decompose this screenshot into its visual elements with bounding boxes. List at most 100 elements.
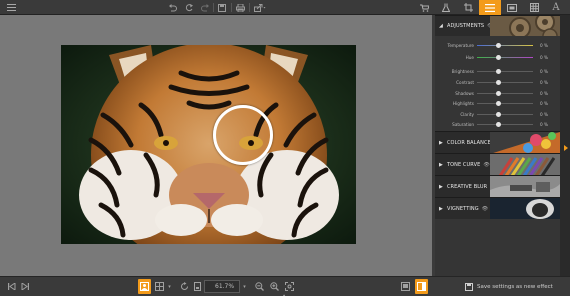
slider-clarity[interactable]: Clarity 0 % xyxy=(435,110,560,119)
eye-icon[interactable]: 👁 xyxy=(482,206,488,212)
slider-label: Shadows xyxy=(455,91,474,96)
slider-saturation[interactable]: Saturation 0 % xyxy=(435,120,560,129)
text-icon[interactable]: A xyxy=(545,0,567,15)
slider-knob[interactable] xyxy=(496,91,501,96)
slider-knob[interactable] xyxy=(496,112,501,117)
slider-hue[interactable]: Hue 0 % xyxy=(435,53,560,62)
share-icon[interactable] xyxy=(252,0,268,15)
sliders-icon[interactable] xyxy=(479,0,501,15)
slider-value: 0 % xyxy=(540,91,548,96)
print-icon[interactable] xyxy=(234,0,246,15)
flask-icon[interactable] xyxy=(435,0,457,15)
slider-label: Clarity xyxy=(460,112,474,117)
slider-track[interactable] xyxy=(477,93,533,94)
color-balance-thumbnail xyxy=(490,132,560,153)
collapse-triangle-icon: ◢ xyxy=(439,23,443,29)
undo-all-icon[interactable] xyxy=(183,0,195,15)
expand-triangle-icon: ▶ xyxy=(439,161,443,168)
section-title: CREATIVE BLUR xyxy=(446,183,488,190)
expand-triangle-icon: ▶ xyxy=(439,205,443,212)
zoom-level-field[interactable]: 61.7% xyxy=(204,280,240,293)
slider-label: Brightness xyxy=(451,69,474,74)
slider-track[interactable] xyxy=(477,114,533,115)
gears-thumbnail xyxy=(490,16,560,36)
slider-knob[interactable] xyxy=(496,122,501,127)
toolbar-separator xyxy=(231,3,232,12)
slider-label: Highlights xyxy=(452,101,474,106)
compare-view-icon[interactable] xyxy=(154,279,165,294)
expand-triangle-icon: ▶ xyxy=(439,183,443,190)
expand-triangle-icon: ▶ xyxy=(439,139,443,146)
slider-knob[interactable] xyxy=(496,101,501,106)
save-effect-button[interactable]: Save settings as new effect xyxy=(435,279,558,294)
slider-value: 0 % xyxy=(540,55,548,60)
slider-track[interactable] xyxy=(477,57,533,58)
section-color-balance[interactable]: ▶ COLOR BALANCE xyxy=(435,131,560,153)
slider-highlights[interactable]: Highlights 0 % xyxy=(435,99,560,108)
undo-icon[interactable] xyxy=(167,0,179,15)
first-image-icon[interactable] xyxy=(7,279,17,294)
slider-track[interactable] xyxy=(477,71,533,72)
view-dropdown-icon[interactable]: ▾ xyxy=(166,279,173,294)
tone-curve-thumbnail xyxy=(490,154,560,175)
scroll-right-arrow-icon[interactable] xyxy=(564,145,568,151)
cart-icon[interactable] xyxy=(413,0,435,15)
slider-value: 0 % xyxy=(540,101,548,106)
slider-contrast[interactable]: Contrast 0 % xyxy=(435,78,560,87)
bottom-toolbar: ▾ 61.7% ▾ ▲ Save settings as new effect xyxy=(0,276,570,296)
photo-editor-window: A ◢ ADJUSTMENTS Temperature 0 % Hue 0 % … xyxy=(0,0,570,296)
slider-label: Saturation xyxy=(452,122,474,127)
hamburger-menu-icon[interactable] xyxy=(4,0,18,15)
section-adjustments[interactable]: ◢ ADJUSTMENTS 👁 xyxy=(435,15,560,36)
slider-track[interactable] xyxy=(477,45,533,46)
save-effect-icon xyxy=(465,282,473,291)
eye-icon[interactable]: 👁 xyxy=(483,162,489,168)
slider-shadows[interactable]: Shadows 0 % xyxy=(435,89,560,98)
rotate-icon[interactable] xyxy=(178,279,191,294)
image-canvas[interactable] xyxy=(0,15,432,276)
zoom-in-icon[interactable] xyxy=(268,279,280,294)
slider-knob[interactable] xyxy=(496,43,501,48)
zoom-out-icon[interactable] xyxy=(253,279,265,294)
section-title: TONE CURVE xyxy=(446,161,481,168)
section-title: VIGNETTING xyxy=(446,205,479,212)
vignetting-thumbnail xyxy=(490,198,560,219)
redo-icon[interactable] xyxy=(199,0,211,15)
slider-knob[interactable] xyxy=(496,55,501,60)
slider-track[interactable] xyxy=(477,124,533,125)
frame-icon[interactable] xyxy=(501,0,523,15)
grid-icon[interactable] xyxy=(523,0,545,15)
adjustments-panel: ◢ ADJUSTMENTS 👁 Temperature 0 % Hue 0 % xyxy=(435,15,560,276)
crop-icon[interactable] xyxy=(457,0,479,15)
hand-tool-icon[interactable] xyxy=(193,279,202,294)
slider-value: 0 % xyxy=(540,69,548,74)
slider-value: 0 % xyxy=(540,122,548,127)
section-creative-blur[interactable]: ▶ CREATIVE BLUR xyxy=(435,175,560,197)
top-toolbar: A xyxy=(0,0,570,15)
section-title: COLOR BALANCE xyxy=(446,139,491,146)
gallery-icon[interactable] xyxy=(399,279,412,294)
slider-track[interactable] xyxy=(477,103,533,104)
save-effect-label: Save settings as new effect xyxy=(477,283,553,290)
slider-knob[interactable] xyxy=(496,80,501,85)
slider-value: 0 % xyxy=(540,80,548,85)
next-image-icon[interactable] xyxy=(20,279,30,294)
section-title: ADJUSTMENTS xyxy=(446,23,485,29)
slider-temperature[interactable]: Temperature 0 % xyxy=(435,41,560,50)
slider-label: Hue xyxy=(465,55,474,60)
slider-knob[interactable] xyxy=(496,69,501,74)
toolbar-separator xyxy=(213,3,214,12)
slider-value: 0 % xyxy=(540,112,548,117)
slider-track[interactable] xyxy=(477,82,533,83)
zoom-dropdown-icon[interactable]: ▾ xyxy=(241,279,248,294)
section-tone-curve[interactable]: ▶ TONE CURVE 👁 xyxy=(435,153,560,175)
panel-toggle-icon[interactable] xyxy=(415,279,428,294)
zoom-value: 61.7% xyxy=(215,283,235,290)
section-vignetting[interactable]: ▶ VIGNETTING 👁 xyxy=(435,197,560,219)
slider-brightness[interactable]: Brightness 0 % xyxy=(435,67,560,76)
save-icon[interactable] xyxy=(216,0,228,15)
magnifier-lens[interactable] xyxy=(213,105,273,165)
creative-blur-thumbnail xyxy=(490,176,560,197)
single-view-icon[interactable] xyxy=(138,279,151,294)
slider-label: Temperature xyxy=(447,43,474,48)
